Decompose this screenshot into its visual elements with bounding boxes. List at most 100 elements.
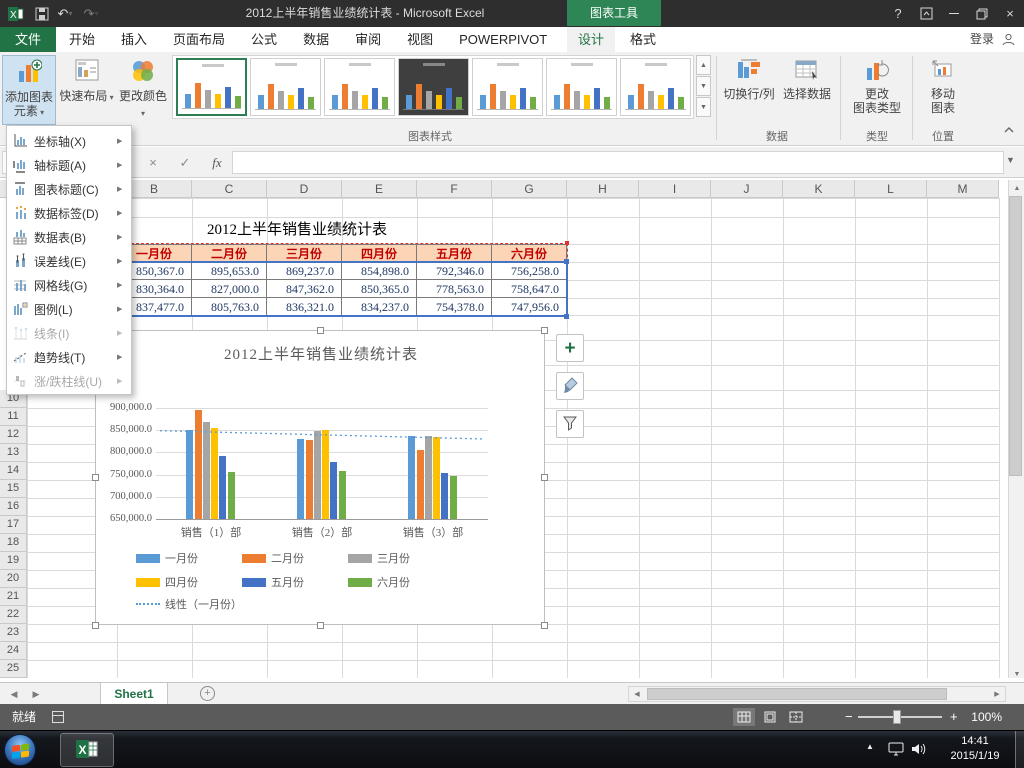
normal-view-icon[interactable] [733,708,755,726]
chart-resize-handle[interactable] [541,622,548,629]
change-chart-type-button[interactable]: 更改 图表类型 [846,55,908,123]
tab-数据[interactable]: 数据 [290,27,342,52]
chart-bar-二月份[interactable] [194,409,202,519]
chart-resize-handle[interactable] [541,327,548,334]
tab-开始[interactable]: 开始 [56,27,108,52]
legend-item-一月份[interactable]: 一月份 [136,551,198,565]
row-header-22[interactable]: 22 [0,606,27,624]
menu-item-1[interactable]: 坐标轴(X) ▶ [7,129,131,153]
legend-item-二月份[interactable]: 二月份 [242,551,304,565]
tab-页面布局[interactable]: 页面布局 [160,27,238,52]
row-header-23[interactable]: 23 [0,624,27,642]
column-header-D[interactable]: D [267,180,342,198]
chart-bar-五月份[interactable] [441,472,449,519]
horizontal-scroll-thumb[interactable] [647,688,947,700]
taskbar-clock[interactable]: 14:41 2015/1/19 [940,734,1010,764]
menu-item-6[interactable]: 误差线(E) ▶ [7,249,131,273]
column-header-L[interactable]: L [855,180,927,198]
tab-design[interactable]: 设计 [567,27,615,52]
range-handle[interactable] [564,314,569,319]
row-header-12[interactable]: 12 [0,426,27,444]
tab-视图[interactable]: 视图 [394,27,446,52]
zoom-slider-thumb[interactable] [893,710,901,724]
macro-record-icon[interactable] [52,711,64,723]
tab-审阅[interactable]: 审阅 [342,27,394,52]
column-header-G[interactable]: G [492,180,567,198]
chart-styles-button[interactable] [556,372,584,400]
row-header-19[interactable]: 19 [0,552,27,570]
chart-resize-handle[interactable] [317,622,324,629]
chart-resize-handle[interactable] [541,474,548,481]
chart-style-thumbnail-6[interactable] [546,58,617,116]
legend-item-六月份[interactable]: 六月份 [348,575,410,589]
range-handle[interactable] [565,241,569,245]
chart-resize-handle[interactable] [317,327,324,334]
legend-item-trendline[interactable]: 线性（一月份） [136,597,242,611]
chart-bar-一月份[interactable] [186,430,194,519]
tray-display-icon[interactable] [888,742,904,759]
chart-style-thumbnail-7[interactable] [620,58,691,116]
formula-input[interactable] [232,151,1004,174]
column-header-K[interactable]: K [783,180,855,198]
range-handle[interactable] [564,259,569,264]
add-chart-element-button[interactable]: 添加图表 元素 ▾ [2,55,56,125]
formula-bar-expand-icon[interactable]: ▼ [1006,155,1015,165]
menu-item-10[interactable]: 趋势线(T) ▶ [7,345,131,369]
chart-bar-一月份[interactable] [297,438,305,519]
show-desktop-button[interactable] [1015,731,1024,768]
menu-item-7[interactable]: 网格线(G) ▶ [7,273,131,297]
gallery-more-icon[interactable]: ▼ [696,97,711,117]
column-header-M[interactable]: M [927,180,999,198]
chart-bar-五月份[interactable] [330,461,338,519]
sheet-nav-right-icon[interactable]: ▶ [26,683,46,705]
gallery-scroll-down-icon[interactable]: ▼ [696,76,711,96]
switch-row-column-button[interactable]: 切换行/列 [720,55,778,123]
tray-chevron-up-icon[interactable]: ▲ [866,742,874,751]
zoom-percentage[interactable]: 100% [971,704,1002,730]
move-chart-button[interactable]: 移动 图表 [918,55,968,123]
tray-speaker-icon[interactable] [910,742,926,759]
sheet-tab-sheet1[interactable]: Sheet1 [100,683,168,705]
chart-bar-六月份[interactable] [227,471,235,519]
row-header-11[interactable]: 11 [0,408,27,426]
page-break-view-icon[interactable] [785,708,807,726]
menu-item-2[interactable]: 轴标题(A) ▶ [7,153,131,177]
chart-bar-四月份[interactable] [433,437,441,519]
row-header-17[interactable]: 17 [0,516,27,534]
ribbon-display-options-icon[interactable] [912,0,940,27]
tab-file[interactable]: 文件 [0,27,56,52]
insert-function-icon[interactable]: fx [204,151,230,174]
chart-filter-button[interactable] [556,410,584,438]
legend-item-三月份[interactable]: 三月份 [348,551,410,565]
chart-style-thumbnail-4[interactable] [398,58,469,116]
restore-button[interactable] [968,0,996,27]
chart-bar-二月份[interactable] [416,449,424,519]
scroll-up-icon[interactable]: ▲ [1009,180,1024,196]
tab-POWERPIVOT[interactable]: POWERPIVOT [446,27,560,52]
row-header-24[interactable]: 24 [0,642,27,660]
gallery-scroll-up-icon[interactable]: ▲ [696,55,711,75]
tab-format[interactable]: 格式 [619,27,667,52]
sheet-nav-left-icon[interactable]: ◀ [4,683,24,705]
row-header-25[interactable]: 25 [0,660,27,678]
menu-item-8[interactable]: 图例(L) ▶ [7,297,131,321]
zoom-in-icon[interactable]: + [950,704,958,730]
chart-bar-五月份[interactable] [219,455,227,519]
column-header-I[interactable]: I [639,180,711,198]
quick-layout-button[interactable]: 快速布局 ▾ [59,55,114,123]
chart-bar-二月份[interactable] [305,440,313,519]
chart-bar-四月份[interactable] [211,428,219,519]
help-icon[interactable]: ? [884,0,912,27]
new-sheet-icon[interactable]: + [200,686,215,701]
scroll-down-icon[interactable]: ▼ [1009,666,1024,678]
sign-in-link[interactable]: 登录 [970,27,994,52]
collapse-ribbon-icon[interactable] [1000,126,1018,142]
legend-item-五月份[interactable]: 五月份 [242,575,304,589]
page-layout-view-icon[interactable] [759,708,781,726]
chart-title[interactable]: 2012上半年销售业绩统计表 [96,343,546,364]
chart-bar-三月份[interactable] [202,421,210,519]
enter-icon[interactable]: ✓ [172,151,198,174]
save-icon[interactable] [32,4,52,23]
row-header-14[interactable]: 14 [0,462,27,480]
cancel-icon[interactable]: × [140,151,166,174]
